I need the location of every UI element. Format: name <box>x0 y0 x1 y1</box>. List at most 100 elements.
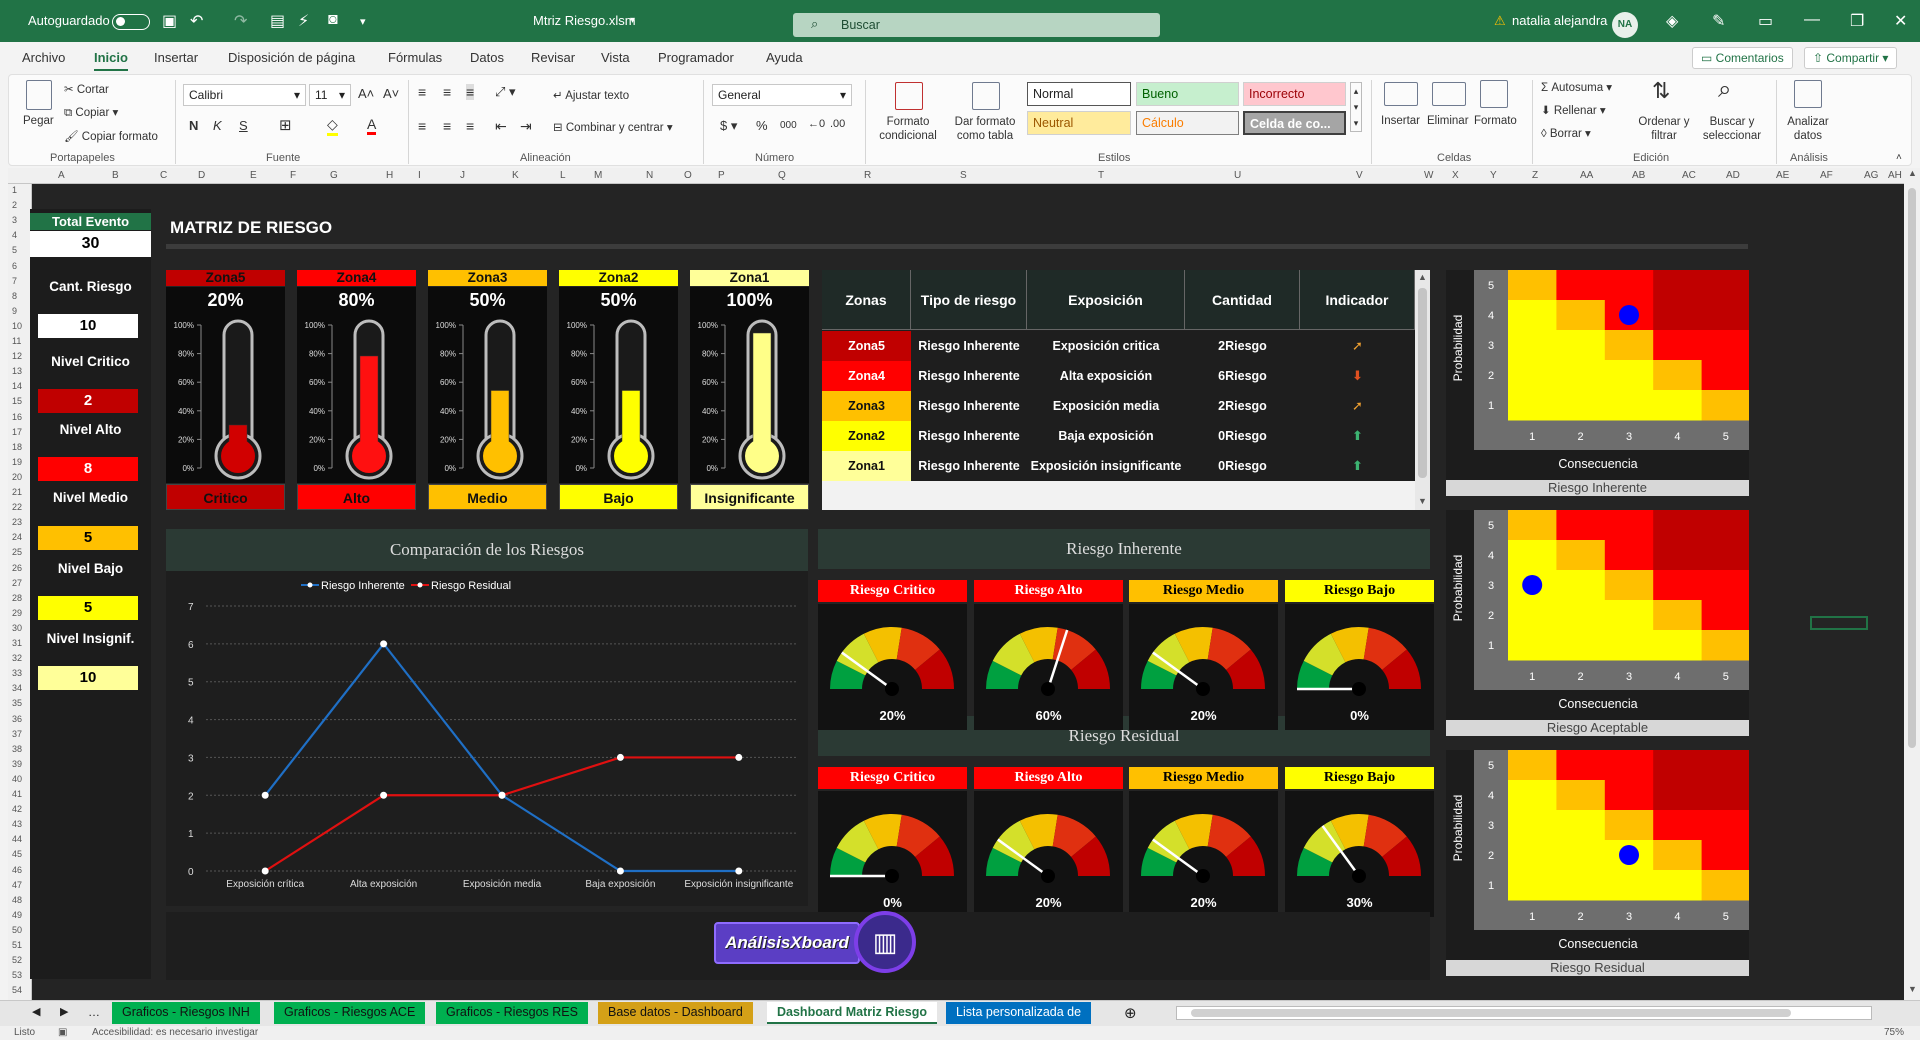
column-header[interactable]: AA <box>1580 170 1593 181</box>
close-icon[interactable]: ✕ <box>1894 11 1907 31</box>
increase-indent-icon[interactable]: ⇥ <box>520 118 532 135</box>
menu-disposicion[interactable]: Disposición de página <box>228 50 355 65</box>
fill-color-icon[interactable]: ◇ <box>327 116 338 136</box>
table-scrollbar[interactable]: ▲ ▼ <box>1415 270 1430 510</box>
row-header[interactable]: 40 <box>12 774 22 784</box>
delete-cells-icon[interactable] <box>1432 82 1466 106</box>
style-calculation[interactable]: Cálculo <box>1136 111 1239 135</box>
delete-cells-button[interactable]: Eliminar <box>1427 115 1469 127</box>
row-header[interactable]: 24 <box>12 532 22 542</box>
column-header[interactable]: X <box>1452 170 1459 181</box>
row-header[interactable]: 7 <box>12 276 17 286</box>
pen-icon[interactable]: ✎ <box>1712 11 1725 31</box>
format-cells-button[interactable]: Formato <box>1474 115 1517 127</box>
form-icon[interactable]: ▤ <box>270 11 285 31</box>
column-header[interactable]: J <box>460 170 465 181</box>
sheet-tab[interactable]: Graficos - Riesgos RES <box>436 1002 588 1024</box>
column-header[interactable]: F <box>290 170 296 181</box>
style-neutral[interactable]: Neutral <box>1027 111 1131 135</box>
format-painter-button[interactable]: 🖌 Copiar formato <box>64 129 158 143</box>
row-header[interactable]: 32 <box>12 653 22 663</box>
copy-button[interactable]: ⧉ Copiar ▾ <box>64 105 118 120</box>
row-header[interactable]: 23 <box>12 517 22 527</box>
style-good[interactable]: Bueno <box>1136 82 1239 106</box>
row-header[interactable]: 9 <box>12 306 17 316</box>
row-header[interactable]: 51 <box>12 940 22 950</box>
save-icon[interactable]: ▣ <box>162 11 177 31</box>
row-header[interactable]: 36 <box>12 714 22 724</box>
search-input[interactable]: ⌕ Buscar <box>793 13 1160 37</box>
column-header[interactable]: T <box>1098 170 1104 181</box>
style-bad[interactable]: Incorrecto <box>1243 82 1346 106</box>
borders-icon[interactable]: ⊞ <box>279 116 292 134</box>
row-header[interactable]: 26 <box>12 563 22 573</box>
column-header[interactable]: R <box>864 170 871 181</box>
sheet-tab[interactable]: Graficos - Riesgos INH <box>112 1002 260 1024</box>
row-header[interactable]: 1 <box>12 185 17 195</box>
row-header[interactable]: 28 <box>12 593 22 603</box>
grow-font-icon[interactable]: A˄ <box>358 86 374 101</box>
row-header[interactable]: 14 <box>12 381 22 391</box>
scroll-thumb[interactable] <box>1908 188 1916 748</box>
format-table-button[interactable]: Dar formato como tabla <box>948 115 1022 143</box>
row-header[interactable]: 13 <box>12 366 22 376</box>
row-header[interactable]: 41 <box>12 789 22 799</box>
row-header[interactable]: 2 <box>12 200 17 210</box>
scroll-down-icon[interactable]: ▼ <box>1908 984 1917 994</box>
sheet-tab[interactable]: Dashboard Matriz Riesgo <box>767 1002 938 1024</box>
column-header[interactable]: I <box>418 170 421 181</box>
percent-icon[interactable]: % <box>756 118 768 133</box>
diamond-icon[interactable]: ◈ <box>1666 11 1678 31</box>
menu-datos[interactable]: Datos <box>470 50 504 65</box>
align-right-icon[interactable]: ≡ <box>466 118 474 134</box>
row-header[interactable]: 17 <box>12 427 22 437</box>
row-header[interactable]: 3 <box>12 215 17 225</box>
font-name-select[interactable]: Calibri ▾ <box>183 84 306 106</box>
avatar[interactable]: NA <box>1612 12 1638 38</box>
chevron-down-icon[interactable]: ▾ <box>630 15 635 26</box>
column-header[interactable]: B <box>112 170 119 181</box>
find-select-button[interactable]: Buscar y seleccionar <box>1698 115 1766 143</box>
column-header[interactable]: A <box>58 170 65 181</box>
conditional-format-button[interactable]: Formato condicional <box>873 115 943 143</box>
row-header[interactable]: 50 <box>12 925 22 935</box>
column-header[interactable]: AG <box>1864 170 1878 181</box>
tab-prev-icon[interactable]: ◀ <box>32 1005 40 1018</box>
minimize-icon[interactable]: — <box>1804 11 1820 29</box>
row-header[interactable]: 54 <box>12 985 22 995</box>
paste-icon[interactable] <box>26 80 52 110</box>
bold-icon[interactable]: N <box>189 118 198 133</box>
analyze-data-button[interactable]: Analizar datos <box>1780 115 1836 143</box>
column-header[interactable]: O <box>684 170 692 181</box>
row-header[interactable]: 8 <box>12 291 17 301</box>
column-header[interactable]: K <box>512 170 519 181</box>
row-header[interactable]: 4 <box>12 230 17 240</box>
font-color-icon[interactable]: A <box>367 116 377 135</box>
row-header[interactable]: 12 <box>12 351 22 361</box>
flash-icon[interactable]: ⚡ <box>298 11 309 31</box>
row-header[interactable]: 53 <box>12 970 22 980</box>
paste-button[interactable]: Pegar <box>23 115 54 127</box>
sheet-tab[interactable]: Base datos - Dashboard <box>598 1002 753 1024</box>
row-header[interactable]: 44 <box>12 834 22 844</box>
column-header[interactable]: E <box>250 170 257 181</box>
sheet-tab[interactable]: Lista personalizada de <box>946 1002 1092 1024</box>
column-header[interactable]: AH <box>1888 170 1902 181</box>
sort-filter-button[interactable]: Ordenar y filtrar <box>1636 115 1692 143</box>
column-header[interactable]: S <box>960 170 967 181</box>
restore-icon[interactable]: ❐ <box>1850 11 1864 31</box>
merge-center-button[interactable]: ⊟ Combinar y centrar ▾ <box>553 120 673 134</box>
row-header[interactable]: 47 <box>12 880 22 890</box>
row-header[interactable]: 30 <box>12 623 22 633</box>
insert-cells-button[interactable]: Insertar <box>1381 115 1420 127</box>
zoom-level[interactable]: 75% <box>1884 1027 1904 1038</box>
style-check-cell[interactable]: Celda de co... <box>1243 111 1346 135</box>
redo-icon[interactable]: ↷ <box>234 11 247 31</box>
ribbon-display-icon[interactable]: ▭ <box>1758 11 1773 31</box>
collapse-ribbon-icon[interactable]: ˄ <box>1896 152 1902 163</box>
accessibility-icon[interactable]: ▣ <box>58 1027 67 1038</box>
format-table-icon[interactable] <box>972 82 1000 110</box>
style-normal[interactable]: Normal <box>1027 82 1131 106</box>
column-header[interactable]: Y <box>1490 170 1497 181</box>
row-header[interactable]: 15 <box>12 396 22 406</box>
